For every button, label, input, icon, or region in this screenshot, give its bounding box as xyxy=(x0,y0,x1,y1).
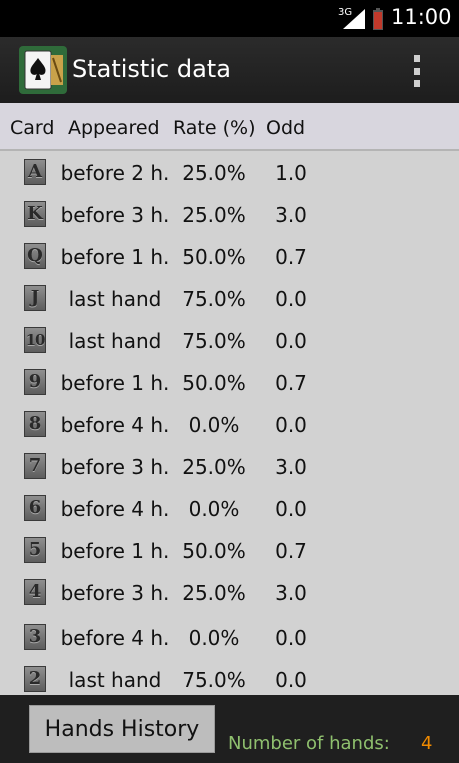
odd-cell: 0.7 xyxy=(275,245,307,269)
appeared-cell: before 1 h. xyxy=(60,245,170,269)
table-header: Card Appeared Rate (%) Odd xyxy=(0,103,459,151)
table-row: 5 before 1 h. 50.0% 0.7 xyxy=(0,531,459,573)
card-rank-badge: 3 xyxy=(24,624,46,650)
appeared-cell: before 3 h. xyxy=(60,455,170,479)
card-rank-badge: 10 xyxy=(24,327,46,353)
card-rank-badge: A xyxy=(24,159,46,185)
table-row: Q before 1 h. 50.0% 0.7 xyxy=(0,237,459,279)
page-title: Statistic data xyxy=(72,55,231,83)
number-of-hands-value: 4 xyxy=(421,733,433,754)
table-row: J last hand 75.0% 0.0 xyxy=(0,279,459,321)
card-rank-badge: 6 xyxy=(24,495,46,521)
odd-cell: 0.0 xyxy=(275,626,307,650)
odd-cell: 3.0 xyxy=(275,203,307,227)
column-header-rate: Rate (%) xyxy=(173,117,256,139)
appeared-cell: before 1 h. xyxy=(60,371,170,395)
appeared-cell: before 3 h. xyxy=(60,203,170,227)
rate-cell: 25.0% xyxy=(182,203,246,227)
card-rank-badge: 9 xyxy=(24,369,46,395)
card-rank-badge: J xyxy=(24,285,46,311)
odd-cell: 3.0 xyxy=(275,455,307,479)
appeared-cell: before 4 h. xyxy=(60,413,170,437)
column-header-card: Card xyxy=(10,117,55,139)
table-row: 7 before 3 h. 25.0% 3.0 xyxy=(0,447,459,489)
table-row: 6 before 4 h. 0.0% 0.0 xyxy=(0,489,459,531)
rate-cell: 50.0% xyxy=(182,245,246,269)
appeared-cell: before 1 h. xyxy=(60,539,170,563)
rate-cell: 50.0% xyxy=(182,539,246,563)
action-bar: Statistic data xyxy=(0,37,459,103)
appeared-cell: before 4 h. xyxy=(60,497,170,521)
table-row: 3 before 4 h. 0.0% 0.0 xyxy=(0,618,459,660)
odd-cell: 0.0 xyxy=(275,497,307,521)
battery-icon xyxy=(373,8,383,30)
appeared-cell: before 4 h. xyxy=(60,626,170,650)
clock: 11:00 xyxy=(391,5,452,29)
status-bar: 3G 11:00 xyxy=(0,0,459,37)
rate-cell: 0.0% xyxy=(188,497,240,521)
overflow-menu-icon[interactable] xyxy=(410,55,424,87)
odd-cell: 0.0 xyxy=(275,413,307,437)
table-row: 9 before 1 h. 50.0% 0.7 xyxy=(0,363,459,405)
odd-cell: 0.0 xyxy=(275,287,307,311)
number-of-hands-label: Number of hands: xyxy=(228,733,390,754)
ace-of-spades-icon[interactable] xyxy=(19,46,67,94)
odd-cell: 0.0 xyxy=(275,329,307,353)
rate-cell: 75.0% xyxy=(182,329,246,353)
appeared-cell: before 3 h. xyxy=(60,581,170,605)
odd-cell: 0.0 xyxy=(275,668,307,692)
table-row: 10 last hand 75.0% 0.0 xyxy=(0,321,459,363)
footer-bar: Hands History Number of hands: 4 xyxy=(0,695,459,763)
rate-cell: 75.0% xyxy=(182,287,246,311)
appeared-cell: last hand xyxy=(68,287,162,311)
signal-strength-icon xyxy=(343,9,365,29)
odd-cell: 0.7 xyxy=(275,539,307,563)
appeared-cell: last hand xyxy=(68,329,162,353)
card-rank-badge: 8 xyxy=(24,411,46,437)
table-row: 4 before 3 h. 25.0% 3.0 xyxy=(0,573,459,615)
odd-cell: 1.0 xyxy=(275,161,307,185)
rate-cell: 25.0% xyxy=(182,455,246,479)
card-rank-badge: 7 xyxy=(24,453,46,479)
appeared-cell: before 2 h. xyxy=(60,161,170,185)
card-rank-badge: Q xyxy=(24,243,46,269)
card-rank-badge: 2 xyxy=(24,666,46,692)
rate-cell: 25.0% xyxy=(182,161,246,185)
column-header-odd: Odd xyxy=(266,117,306,139)
card-rank-badge: 4 xyxy=(24,579,46,605)
odd-cell: 3.0 xyxy=(275,581,307,605)
card-rank-badge: K xyxy=(24,201,46,227)
column-header-appeared: Appeared xyxy=(68,117,160,139)
statistics-table: Card Appeared Rate (%) Odd A before 2 h.… xyxy=(0,103,459,695)
rate-cell: 0.0% xyxy=(188,413,240,437)
table-row: 8 before 4 h. 0.0% 0.0 xyxy=(0,405,459,447)
rate-cell: 50.0% xyxy=(182,371,246,395)
table-row: K before 3 h. 25.0% 3.0 xyxy=(0,195,459,237)
appeared-cell: last hand xyxy=(68,668,162,692)
card-rank-badge: 5 xyxy=(24,537,46,563)
rate-cell: 0.0% xyxy=(188,626,240,650)
table-row: A before 2 h. 25.0% 1.0 xyxy=(0,153,459,195)
odd-cell: 0.7 xyxy=(275,371,307,395)
rate-cell: 25.0% xyxy=(182,581,246,605)
hands-history-button[interactable]: Hands History xyxy=(29,705,215,753)
rate-cell: 75.0% xyxy=(182,668,246,692)
